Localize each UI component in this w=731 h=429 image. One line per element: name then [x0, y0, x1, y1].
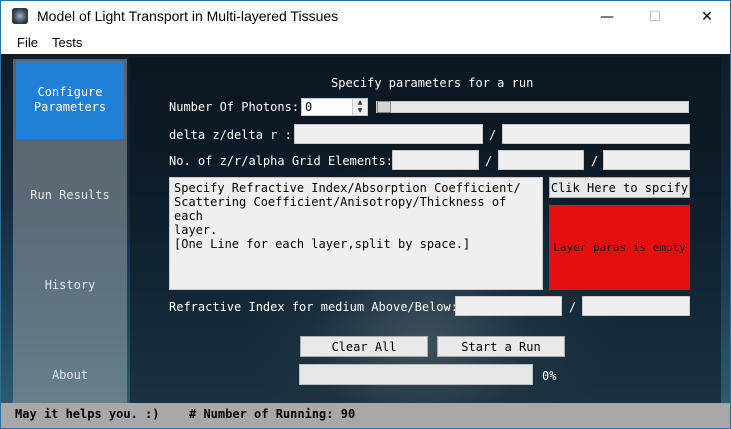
close-button[interactable]: ✕	[684, 1, 730, 32]
clear-all-button[interactable]: Clear All	[300, 336, 428, 357]
title-bar: Model of Light Transport in Multi-layere…	[1, 1, 730, 32]
delta-separator: /	[489, 128, 497, 142]
main-content: Configure Parameters Run Results History…	[1, 54, 730, 403]
grid-alpha-input[interactable]	[603, 150, 690, 170]
layer-status-text: Layer paras is empty	[553, 241, 686, 254]
photons-label: Number Of Photons:	[169, 100, 300, 114]
start-run-button[interactable]: Start a Run	[437, 336, 565, 357]
maximize-button[interactable]: ☐	[632, 1, 678, 32]
medium-label: Refractive Index for medium Above/Below:	[169, 300, 458, 314]
spin-arrows[interactable]: ▲ ▼	[352, 99, 367, 115]
app-window: Model of Light Transport in Multi-layere…	[0, 0, 731, 429]
layers-textarea[interactable]: Specify Refractive Index/Absorption Coef…	[169, 177, 543, 290]
running-count: # Number of Running: 90	[189, 407, 356, 421]
specify-layers-button[interactable]: Clik Here to spcify	[549, 177, 690, 198]
status-message: May it helps you. :)	[15, 407, 160, 421]
spin-up-icon[interactable]: ▲	[353, 99, 367, 107]
run-progress-bar	[299, 364, 533, 385]
sidebar-item-run-results[interactable]: Run Results	[13, 188, 127, 202]
sidebar-item-about[interactable]: About	[13, 368, 127, 382]
status-bar: May it helps you. :) # Number of Running…	[1, 403, 730, 428]
menu-bar: File Tests	[1, 32, 730, 54]
photons-slider[interactable]	[376, 101, 689, 113]
config-panel: Specify parameters for a run Number Of P…	[130, 57, 721, 403]
sidebar-item-label-line1: Configure	[37, 85, 103, 99]
minimize-button[interactable]: —	[584, 1, 630, 32]
grid-z-input[interactable]	[392, 150, 479, 170]
form-heading: Specify parameters for a run	[331, 76, 534, 90]
delta-label: delta z/delta r :	[169, 128, 292, 142]
photons-value: 0	[305, 100, 313, 114]
menu-tests[interactable]: Tests	[52, 35, 82, 50]
grid-label: No. of z/r/alpha Grid Elements:	[169, 154, 393, 168]
grid-r-input[interactable]	[498, 150, 584, 170]
layer-status-box: Layer paras is empty	[549, 205, 690, 290]
grid-separator-1: /	[485, 154, 493, 168]
sidebar: Configure Parameters Run Results History…	[13, 59, 127, 403]
photons-spinbox[interactable]: 0 ▲ ▼	[301, 98, 368, 116]
medium-separator: /	[569, 300, 577, 314]
app-icon	[12, 8, 28, 24]
slider-handle[interactable]	[377, 101, 391, 113]
medium-below-input[interactable]	[582, 296, 690, 316]
sidebar-item-history[interactable]: History	[13, 278, 127, 292]
menu-file[interactable]: File	[17, 35, 38, 50]
sidebar-item-label-line2: Parameters	[33, 100, 107, 114]
progress-percent: 0%	[542, 369, 557, 383]
spin-down-icon[interactable]: ▼	[353, 107, 367, 115]
delta-z-input[interactable]	[294, 124, 483, 144]
medium-above-input[interactable]	[455, 296, 562, 316]
delta-r-input[interactable]	[502, 124, 690, 144]
grid-separator-2: /	[591, 154, 599, 168]
window-title: Model of Light Transport in Multi-layere…	[37, 8, 339, 24]
sidebar-item-configure-parameters[interactable]: Configure Parameters	[16, 61, 124, 139]
